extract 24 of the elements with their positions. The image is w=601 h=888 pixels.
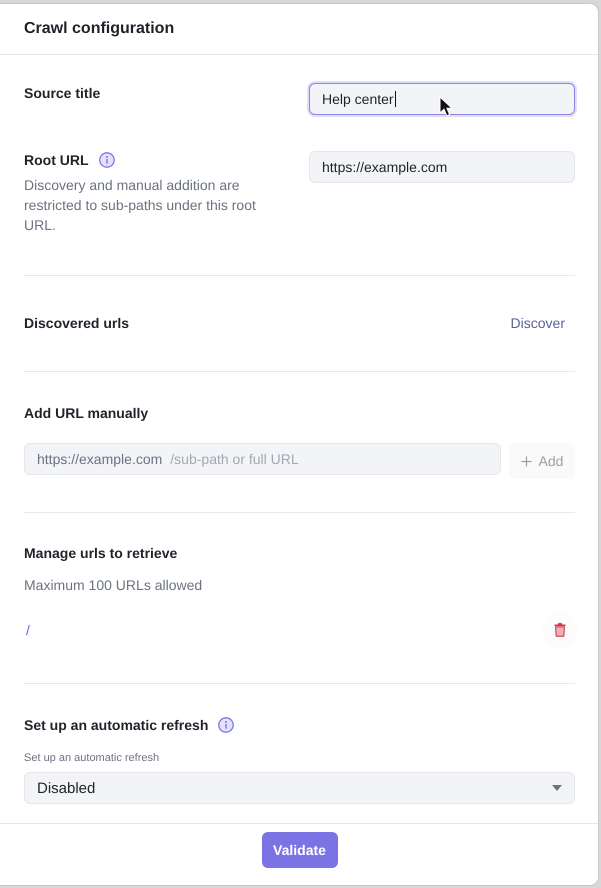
info-icon xyxy=(218,717,234,733)
root-url-input[interactable]: https://example.com xyxy=(309,151,575,183)
field-description: Discovery and manual addition are restricted to sub-paths under this root URL. xyxy=(24,176,257,235)
text-cursor-icon xyxy=(394,91,396,107)
refresh-select[interactable]: Disabled xyxy=(24,772,575,804)
field-label: Source title xyxy=(24,84,102,103)
source-title-input[interactable]: Help center xyxy=(309,83,575,115)
limit-note: Maximum 100 URLs allowed xyxy=(24,576,204,595)
trash-icon xyxy=(554,623,566,637)
url-input-field[interactable]: https://example.com /sub-path or full URL xyxy=(24,443,501,475)
discover-button[interactable]: Discover xyxy=(500,305,575,341)
plus-icon xyxy=(520,456,532,466)
info-icon xyxy=(98,152,115,168)
field-label: Root URL xyxy=(24,151,89,170)
section-label: Set up an automatic refresh xyxy=(24,716,208,735)
validate-button[interactable]: Validate xyxy=(262,832,338,868)
section-label: Add URL manually xyxy=(24,404,150,423)
dialog-title: Crawl configuration xyxy=(24,19,174,39)
section-label: Discovered urls xyxy=(24,314,130,333)
mouse-pointer-icon xyxy=(439,96,453,117)
field-label: Set up an automatic refresh xyxy=(24,751,160,766)
url-path: / xyxy=(25,622,30,638)
section-label: Manage urls to retrieve xyxy=(24,544,178,563)
caret-down-icon xyxy=(552,785,562,791)
